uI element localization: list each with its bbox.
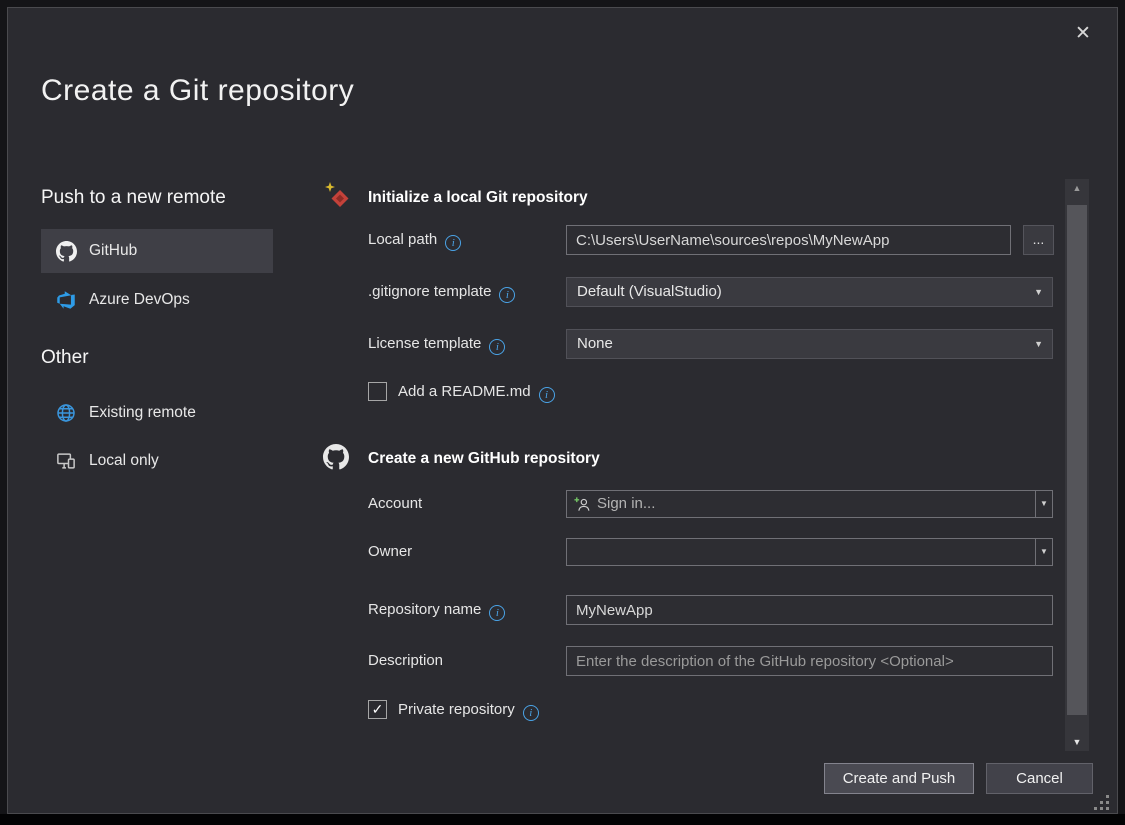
license-row: License templatei None ▼	[326, 329, 1060, 359]
gitignore-value: Default (VisualStudio)	[577, 283, 722, 300]
bottom-edge	[0, 814, 1125, 825]
vertical-scrollbar[interactable]: ▲ ▼	[1065, 179, 1089, 751]
sidebar-item-label: Azure DevOps	[89, 291, 190, 309]
repository-name-input[interactable]	[566, 595, 1053, 625]
local-path-label: Local pathi	[368, 225, 461, 255]
owner-row: Owner ▼	[326, 538, 1060, 566]
license-dropdown[interactable]: None ▼	[566, 329, 1053, 359]
sidebar-item-azure-devops[interactable]: Azure DevOps	[41, 280, 273, 320]
scroll-up-icon[interactable]: ▲	[1065, 179, 1089, 197]
readme-label: Add a README.mdi	[398, 380, 555, 404]
chevron-down-icon: ▼	[1034, 330, 1043, 358]
license-value: None	[577, 335, 613, 352]
cancel-button[interactable]: Cancel	[986, 763, 1093, 794]
dialog-title: Create a Git repository	[41, 74, 354, 108]
owner-dropdown[interactable]: ▼	[566, 538, 1053, 566]
gitignore-label: .gitignore templatei	[368, 277, 515, 307]
local-path-input[interactable]	[566, 225, 1011, 255]
github-icon	[323, 444, 349, 470]
globe-icon	[55, 402, 77, 424]
info-icon[interactable]: i	[539, 387, 555, 403]
main-form: Initialize a local Git repository Local …	[326, 179, 1060, 739]
sidebar-heading-other: Other	[41, 347, 89, 369]
repository-name-label: Repository namei	[368, 595, 505, 625]
sidebar-item-label: Local only	[89, 452, 159, 470]
chevron-down-icon[interactable]: ▼	[1035, 539, 1052, 565]
browse-button[interactable]: ...	[1023, 225, 1054, 255]
github-icon	[55, 240, 77, 262]
screen: ✕ Create a Git repository Push to a new …	[0, 0, 1125, 825]
sidebar-item-label: GitHub	[89, 242, 137, 260]
account-dropdown[interactable]: Sign in... ▼	[566, 490, 1053, 518]
close-icon[interactable]: ✕	[1069, 20, 1097, 48]
readme-checkbox[interactable]	[368, 382, 387, 401]
sidebar-item-github[interactable]: GitHub	[41, 229, 273, 273]
repository-name-row: Repository namei	[326, 595, 1060, 625]
private-repository-label: Private repositoryi	[398, 698, 539, 722]
create-git-repository-dialog: ✕ Create a Git repository Push to a new …	[7, 7, 1118, 814]
scroll-down-icon[interactable]: ▼	[1065, 733, 1089, 751]
license-label: License templatei	[368, 329, 505, 359]
chevron-down-icon[interactable]: ▼	[1035, 491, 1052, 517]
azure-devops-icon	[55, 289, 77, 311]
monitor-icon	[55, 450, 77, 472]
section-title: Create a new GitHub repository	[368, 446, 600, 472]
info-icon[interactable]: i	[489, 339, 505, 355]
sidebar-item-existing-remote[interactable]: Existing remote	[41, 393, 273, 433]
info-icon[interactable]: i	[523, 705, 539, 721]
description-input[interactable]	[566, 646, 1053, 676]
section-initialize-local: Initialize a local Git repository	[326, 185, 1060, 211]
info-icon[interactable]: i	[489, 605, 505, 621]
info-icon[interactable]: i	[499, 287, 515, 303]
account-label: Account	[368, 490, 422, 518]
chevron-down-icon: ▼	[1034, 278, 1043, 306]
private-repository-checkbox[interactable]: ✓	[368, 700, 387, 719]
owner-label: Owner	[368, 538, 412, 566]
section-create-github: Create a new GitHub repository	[326, 446, 1060, 472]
description-row: Description	[326, 646, 1060, 676]
gitignore-dropdown[interactable]: Default (VisualStudio) ▼	[566, 277, 1053, 307]
sidebar-item-label: Existing remote	[89, 404, 196, 422]
private-repository-row: ✓ Private repositoryi	[326, 698, 1060, 724]
description-label: Description	[368, 646, 443, 676]
local-path-row: Local pathi ...	[326, 225, 1060, 255]
resize-grip[interactable]	[1094, 795, 1112, 813]
create-and-push-button[interactable]: Create and Push	[824, 763, 974, 794]
add-user-icon	[573, 496, 590, 513]
sidebar-item-local-only[interactable]: Local only	[41, 441, 273, 481]
sidebar: Push to a new remote GitHub Azure DevOps…	[41, 187, 273, 497]
gitignore-row: .gitignore templatei Default (VisualStud…	[326, 277, 1060, 307]
readme-row: Add a README.mdi	[326, 380, 1060, 406]
account-value: Sign in...	[597, 491, 655, 517]
sidebar-heading-push: Push to a new remote	[41, 187, 226, 209]
check-icon: ✓	[372, 701, 384, 717]
account-row: Account Sign in... ▼	[326, 490, 1060, 518]
scrollbar-thumb[interactable]	[1067, 205, 1087, 715]
section-title: Initialize a local Git repository	[368, 185, 588, 211]
info-icon[interactable]: i	[445, 235, 461, 251]
new-repository-icon	[323, 181, 353, 211]
